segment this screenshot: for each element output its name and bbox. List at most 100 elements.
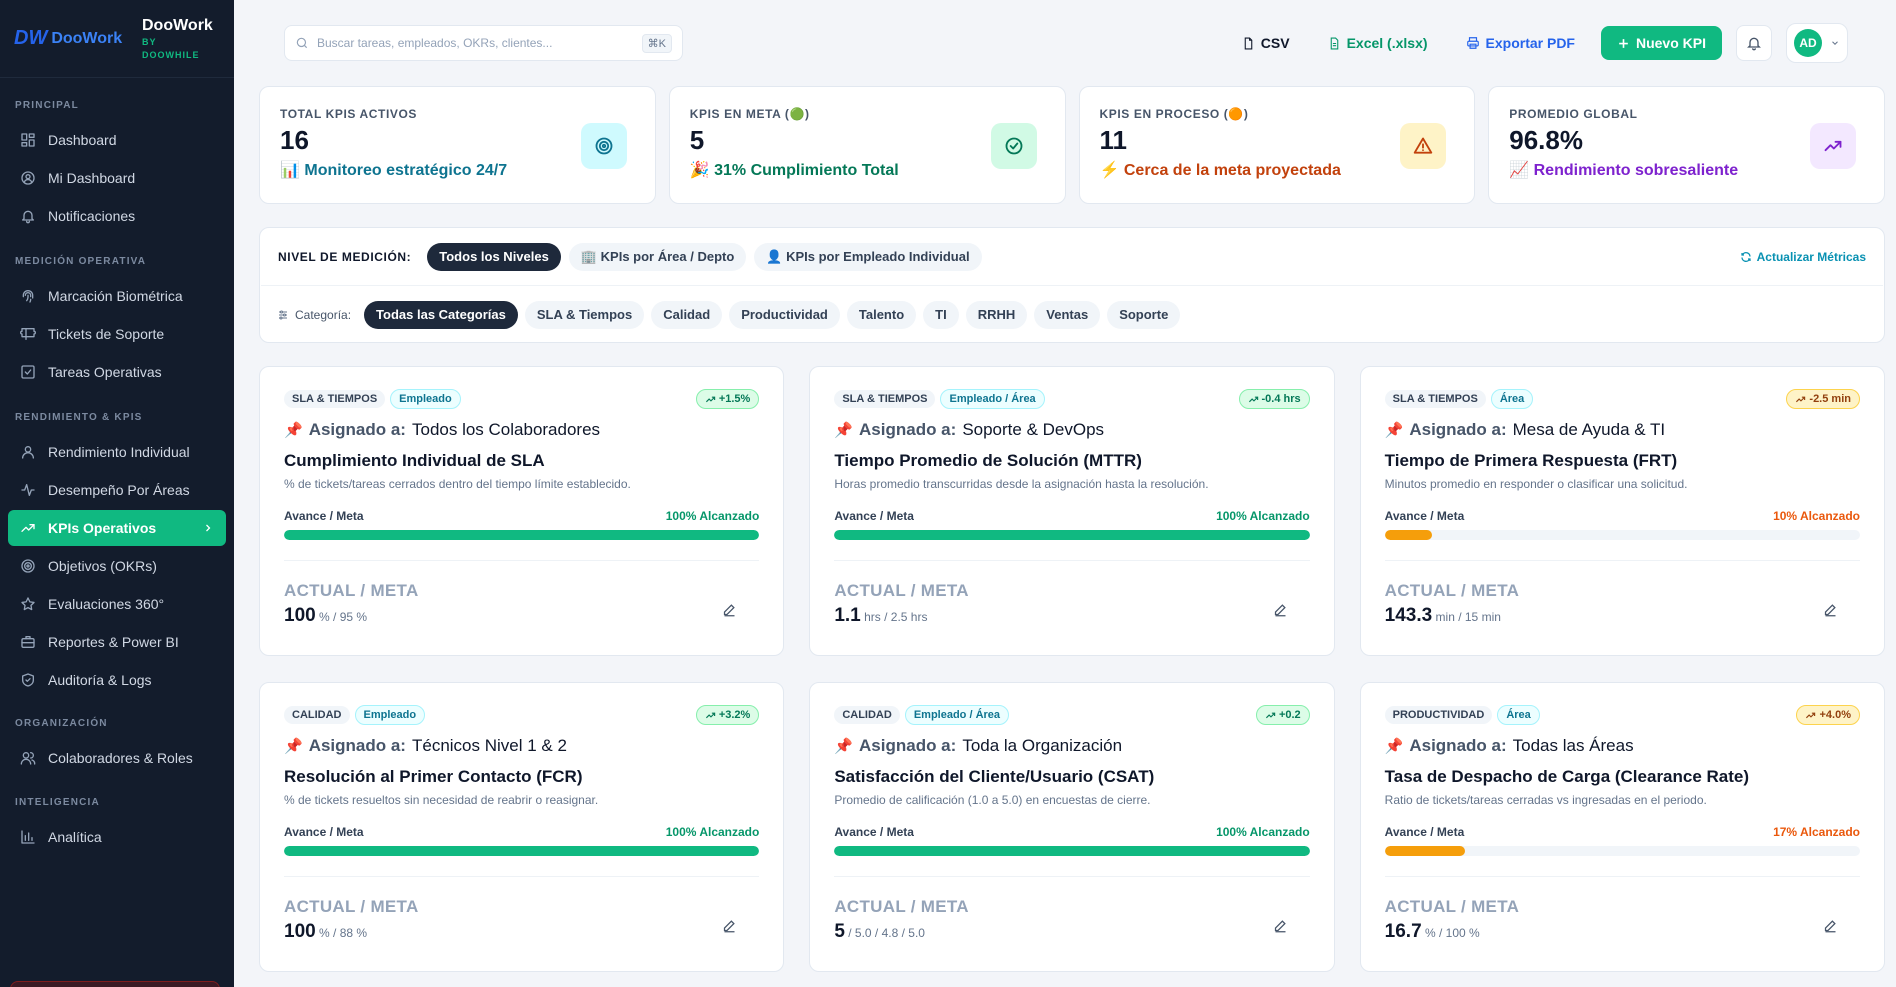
sidebar-item-reportes-power-bi[interactable]: Reportes & Power BI <box>8 624 226 660</box>
chevron-down-icon <box>1830 38 1840 48</box>
category-filter-chip[interactable]: SLA & Tiempos <box>524 300 645 329</box>
kpi-card[interactable]: SLA & TIEMPOS Empleado / Área -0.4 hrs 📌 Asi… <box>809 366 1335 656</box>
users-icon <box>20 750 36 766</box>
category-filter-chip[interactable]: Ventas <box>1034 300 1101 329</box>
level-filter-chip[interactable]: 👤 KPIs por Empleado Individual <box>754 242 982 271</box>
sidebar-item-evaluaciones-360[interactable]: Evaluaciones 360° <box>8 586 226 622</box>
sidebar-item-tareas-operativas[interactable]: Tareas Operativas <box>8 354 226 390</box>
sidebar-item-marcacion-biometrica[interactable]: Marcación Biométrica <box>8 278 226 314</box>
actual-meta-value: 100 % / 95 % <box>284 605 419 627</box>
sidebar-item-notificaciones[interactable]: Notificaciones <box>8 198 226 234</box>
refresh-metrics-button[interactable]: Actualizar Métricas <box>1740 250 1866 264</box>
progress-label: Avance / Meta <box>834 825 914 839</box>
kpi-description: Minutos promedio en responder o clasific… <box>1384 477 1688 491</box>
category-filter-chip[interactable]: RRHH <box>965 300 1028 329</box>
logo-mark: DW <box>14 27 48 49</box>
new-kpi-button[interactable]: Nuevo KPI <box>1600 26 1722 60</box>
stat-card: PROMEDIO GLOBAL 96.8% 📈 Rendimiento sobres… <box>1488 86 1885 204</box>
nav-section: INTELIGENCIA Analítica <box>0 797 234 857</box>
trending-up-icon <box>20 520 36 536</box>
category-label: Categoría: <box>277 308 351 322</box>
edit-icon[interactable] <box>722 918 737 933</box>
target-icon <box>20 558 36 574</box>
brand-logo: DW DooWork <box>14 27 132 50</box>
sidebar-item-desempeno-por-areas[interactable]: Desempeño Por Áreas <box>8 472 226 508</box>
sidebar-item-kpis-operativos[interactable]: KPIs Operativos <box>8 510 226 546</box>
sidebar-item-colaboradores-roles[interactable]: Colaboradores & Roles <box>8 740 226 776</box>
progress-fill <box>284 530 760 540</box>
actual-meta-label: ACTUAL / META <box>834 897 969 916</box>
actual-meta-label: ACTUAL / META <box>1384 581 1520 600</box>
actual-meta-value: 100 % / 88 % <box>284 921 419 943</box>
export-csv-button[interactable]: CSV <box>1230 26 1302 60</box>
alert-triangle-icon <box>1400 123 1447 169</box>
kpi-card[interactable]: SLA & TIEMPOS Empleado +1.5% 📌 Asignado a: To… <box>259 366 785 656</box>
edit-icon[interactable] <box>1273 918 1288 933</box>
assigned-label: Asignado a: <box>859 736 957 755</box>
actual-meta-label: ACTUAL / META <box>1384 897 1520 916</box>
category-badge: SLA & TIEMPOS <box>1384 390 1486 408</box>
pin-icon: 📌 <box>834 738 854 755</box>
sidebar-item-objetivos-okrs[interactable]: Objetivos (OKRs) <box>8 548 226 584</box>
scope-badge: Empleado / Área <box>940 389 1045 409</box>
unit-meta: min / 15 min <box>1435 610 1501 624</box>
progress-fill <box>1384 846 1466 856</box>
level-filter-chip[interactable]: Todos los Niveles <box>427 242 561 271</box>
nav-section: MEDICIÓN OPERATIVA Marcación Biométrica Ti… <box>0 256 234 392</box>
kpi-title: Tiempo de Primera Respuesta (FRT) <box>1384 451 1678 470</box>
user-menu[interactable]: AD <box>1786 23 1848 63</box>
brand[interactable]: DW DooWork DooWork BY DOOWHILE <box>0 0 234 78</box>
assigned-to: 📌 Asignado a: Toda la Organización <box>834 736 1309 756</box>
kpi-title: Resolución al Primer Contacto (FCR) <box>284 767 583 786</box>
sidebar-item-auditoria-logs[interactable]: Auditoría & Logs <box>8 662 226 698</box>
sidebar-item-analitica[interactable]: Analítica <box>8 819 226 855</box>
edit-icon[interactable] <box>1823 602 1838 617</box>
sidebar-item-label: Dashboard <box>48 132 117 148</box>
assigned-label: Asignado a: <box>1409 736 1507 755</box>
kpi-card[interactable]: SLA & TIEMPOS Área -2.5 min 📌 Asignado a: Mes… <box>1359 366 1885 656</box>
category-filter-chip[interactable]: Talento <box>846 300 917 329</box>
dashboard-icon <box>20 132 36 148</box>
edit-icon[interactable] <box>1823 918 1838 933</box>
category-filter-chip[interactable]: Calidad <box>651 300 723 329</box>
notifications-button[interactable] <box>1736 25 1772 61</box>
sidebar-item-mi-dashboard[interactable]: Mi Dashboard <box>8 160 226 196</box>
search-placeholder: Buscar tareas, empleados, OKRs, clientes… <box>317 36 553 50</box>
filters-panel: NIVEL DE MEDICIÓN: Todos los Niveles 🏢 KP… <box>259 227 1885 343</box>
topbar: Buscar tareas, empleados, OKRs, clientes… <box>234 0 1896 86</box>
actual-meta-label: ACTUAL / META <box>834 581 969 600</box>
category-filter-chip[interactable]: Productividad <box>729 300 840 329</box>
kpi-description: Ratio de tickets/tareas cerradas vs ingr… <box>1384 793 1707 807</box>
actual-value: 5 <box>834 921 845 942</box>
edit-icon[interactable] <box>722 602 737 617</box>
sidebar-item-tickets-de-soporte[interactable]: Tickets de Soporte <box>8 316 226 352</box>
sidebar-item-label: Notificaciones <box>48 208 136 224</box>
divider <box>1384 876 1860 877</box>
search-input[interactable]: Buscar tareas, empleados, OKRs, clientes… <box>284 25 683 61</box>
divider <box>834 560 1310 561</box>
category-filter-label: SLA & Tiempos <box>536 307 633 322</box>
level-filter-label: Todos los Niveles <box>439 249 549 264</box>
trend-value: +1.5% <box>718 393 751 405</box>
nav-section-title: INTELIGENCIA <box>15 797 100 808</box>
sidebar-item-rendimiento-individual[interactable]: Rendimiento Individual <box>8 434 226 470</box>
stat-card: TOTAL KPIS ACTIVOS 16 📊 Monitoreo estratég… <box>259 86 656 204</box>
progress-bar <box>834 846 1310 856</box>
progress-fill <box>1384 530 1433 540</box>
stat-label: KPIS EN PROCESO (🟠) <box>1099 107 1249 121</box>
kpi-card[interactable]: CALIDAD Empleado / Área +0.2 📌 Asignado a: To… <box>809 682 1335 972</box>
category-filter-chip[interactable]: TI <box>923 300 959 329</box>
progress-label: Avance / Meta <box>284 509 364 523</box>
kpi-grid: SLA & TIEMPOS Empleado +1.5% 📌 Asignado a: To… <box>259 366 1885 972</box>
edit-icon[interactable] <box>1273 602 1288 617</box>
category-filter-chip[interactable]: Todas las Categorías <box>364 300 518 329</box>
assigned-to: 📌 Asignado a: Todas las Áreas <box>1385 736 1860 756</box>
kpi-card[interactable]: PRODUCTIVIDAD Área +4.0% 📌 Asignado a: Todas … <box>1359 682 1885 972</box>
export-pdf-button[interactable]: Exportar PDF <box>1454 26 1587 60</box>
export-excel-button[interactable]: Excel (.xlsx) <box>1316 26 1440 60</box>
sidebar-item-dashboard[interactable]: Dashboard <box>8 122 226 158</box>
category-filter-chip[interactable]: Soporte <box>1107 300 1181 329</box>
kpi-card[interactable]: CALIDAD Empleado +3.2% 📌 Asignado a: Técnicos… <box>259 682 785 972</box>
sidebar-bottom-button[interactable] <box>10 981 220 987</box>
level-filter-chip[interactable]: 🏢 KPIs por Área / Depto <box>568 242 747 271</box>
